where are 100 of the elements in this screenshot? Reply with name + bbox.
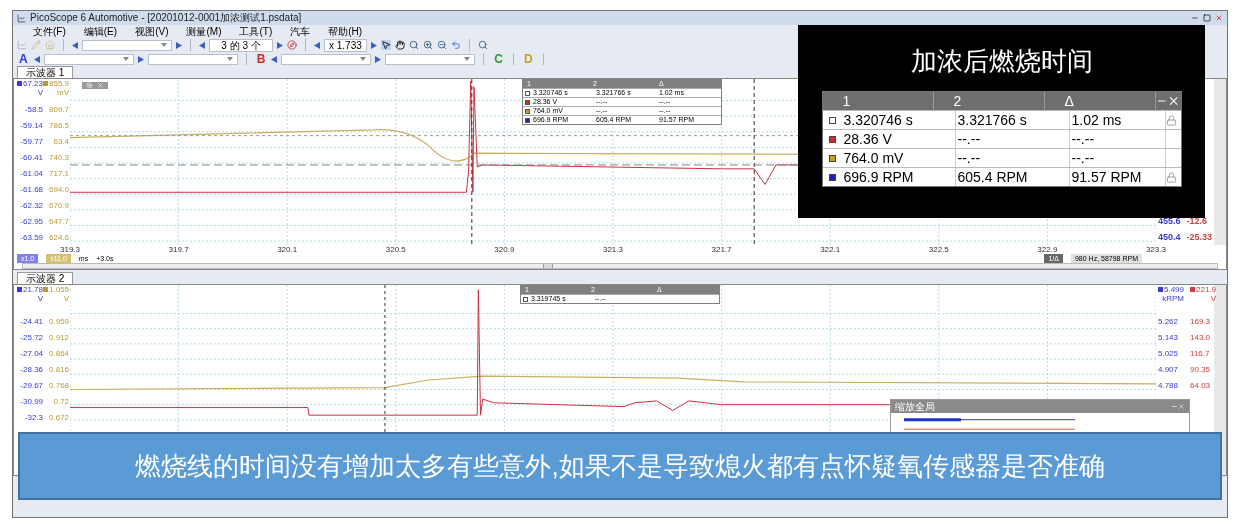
minimize-icon[interactable]	[1191, 14, 1199, 22]
axis-label: 323.3	[1144, 245, 1167, 254]
axis-label: -59.77	[20, 136, 44, 146]
zoom-fit-icon[interactable]	[477, 40, 488, 50]
axis-label: 67.23	[23, 79, 44, 88]
axis-label: 647.7	[49, 216, 70, 226]
axis-label: 21.78	[23, 285, 44, 294]
axis-label: 5.262	[1158, 316, 1179, 326]
menu-item[interactable]: 文件(F)	[33, 25, 66, 38]
right-arrow-icon[interactable]	[277, 41, 283, 49]
table-cell: 764.0 mV	[841, 149, 956, 167]
app-icon	[17, 13, 26, 23]
table-cell: 605.4 RPM	[955, 168, 1070, 186]
zoom-out-icon[interactable]	[436, 40, 447, 50]
axis-label: 455.6	[1158, 216, 1181, 226]
zoom-in-icon[interactable]	[422, 40, 433, 50]
menu-item[interactable]: 帮助(H)	[328, 25, 363, 38]
menu-item[interactable]: 工具(T)	[239, 25, 273, 38]
lock-icon[interactable]	[1165, 171, 1177, 183]
search-icon[interactable]	[408, 40, 419, 50]
cursor-line[interactable]	[471, 79, 473, 245]
axis-label: -62.32	[20, 200, 44, 210]
zoom-icon	[86, 82, 93, 89]
axis-label: 320.1	[276, 245, 299, 254]
menu-item[interactable]: 编辑(E)	[83, 25, 118, 38]
left-arrow-icon[interactable]	[72, 41, 78, 49]
channel-button[interactable]: B	[254, 53, 268, 65]
axis-label: 116.7	[1190, 348, 1210, 358]
axis-label: -27.04	[20, 348, 44, 358]
scope-tab[interactable]: 示波器 1	[17, 66, 74, 78]
axis-unit: V	[37, 294, 44, 303]
cursor-line[interactable]	[753, 79, 755, 245]
axis-label: -61.68	[20, 184, 44, 194]
axis-label: 63.4	[53, 136, 70, 146]
axis-label: 0.864	[49, 348, 70, 358]
axis-label: 5.025	[1158, 348, 1179, 358]
table-cell: --.--	[1069, 149, 1166, 167]
right-arrow-icon[interactable]	[137, 55, 144, 63]
right-arrow-icon[interactable]	[176, 41, 182, 49]
compass-icon[interactable]	[287, 40, 297, 50]
axis-label: 809.7	[49, 104, 70, 114]
axis-label: 0.768	[49, 380, 70, 390]
axis-label: 0.72	[53, 396, 70, 406]
axis-label: 5.143	[1158, 332, 1179, 342]
axis-label: 321.3	[601, 245, 624, 254]
menu-item[interactable]: 测量(M)	[186, 25, 222, 38]
caret-icon	[226, 57, 233, 61]
axis-label: 320.9	[493, 245, 516, 254]
channel-button[interactable]: A	[17, 53, 30, 65]
left-arrow-icon[interactable]	[199, 41, 205, 49]
axis-label: 624.6	[49, 232, 70, 242]
maximize-icon[interactable]	[1203, 14, 1211, 22]
close-icon[interactable]	[1215, 14, 1223, 22]
table-cell: 91.57 RPM	[1069, 168, 1166, 186]
axis-label: 717.1	[49, 168, 70, 178]
minimize-icon[interactable]	[1171, 403, 1178, 410]
caret-icon	[161, 43, 167, 47]
scrollbar[interactable]	[22, 263, 1218, 269]
axis-label: 4.788	[1158, 380, 1179, 390]
axis-label: 169.3	[1190, 316, 1211, 326]
column-header: 1	[822, 92, 934, 110]
column-header: Δ	[1044, 92, 1156, 110]
scope-tab[interactable]: 示波器 2	[17, 272, 74, 284]
axis-label: 321.7	[710, 245, 733, 254]
axis-label: 322.9	[1036, 245, 1059, 254]
axis-unit: kRPM	[1162, 294, 1185, 303]
axis-label: 0.959	[49, 316, 70, 326]
menu-item[interactable]: 汽车	[290, 25, 311, 38]
axis-label: -25.72	[20, 332, 44, 342]
lock-icon[interactable]	[1165, 114, 1177, 126]
axis-label: 90.35	[1190, 364, 1211, 374]
axis-label: 1.055	[49, 285, 70, 294]
axis-label: -32.3	[24, 412, 44, 422]
left-arrow-icon[interactable]	[33, 55, 40, 63]
axis-label: 855.9	[49, 79, 70, 88]
axis-label: 0.672	[49, 412, 70, 422]
table-cell: --.--	[955, 130, 1070, 148]
zoom-tag[interactable]	[82, 82, 108, 89]
page-counter-field[interactable]: 3 的 3 个	[209, 38, 273, 52]
axis-label: 0.912	[49, 332, 70, 342]
hand-icon[interactable]	[394, 40, 405, 50]
zoom-factor-field[interactable]: x 1.733	[324, 38, 367, 52]
axis-unit: V	[37, 88, 44, 97]
left-arrow-icon[interactable]	[314, 41, 320, 49]
axis-label: 0.816	[49, 364, 70, 374]
caret-icon	[360, 57, 367, 61]
callout-title: 加浓后燃烧时间	[910, 45, 1093, 77]
axis-label: -24.41	[20, 316, 44, 326]
left-arrow-icon[interactable]	[271, 55, 278, 63]
axis-label: 221.9	[1196, 285, 1217, 294]
menu-item[interactable]: 视图(V)	[135, 25, 169, 38]
axis-label: 694.0	[49, 184, 70, 194]
axis-label: -12.6	[1186, 216, 1208, 226]
axis-label: -62.95	[20, 216, 44, 226]
axis-label: -30.99	[20, 396, 44, 406]
undo-icon[interactable]	[450, 40, 461, 50]
close-icon[interactable]	[1167, 94, 1181, 108]
axis-label: -25.33	[1186, 232, 1213, 242]
axis-label: 740.3	[49, 152, 70, 162]
pointer-icon[interactable]	[380, 40, 391, 50]
